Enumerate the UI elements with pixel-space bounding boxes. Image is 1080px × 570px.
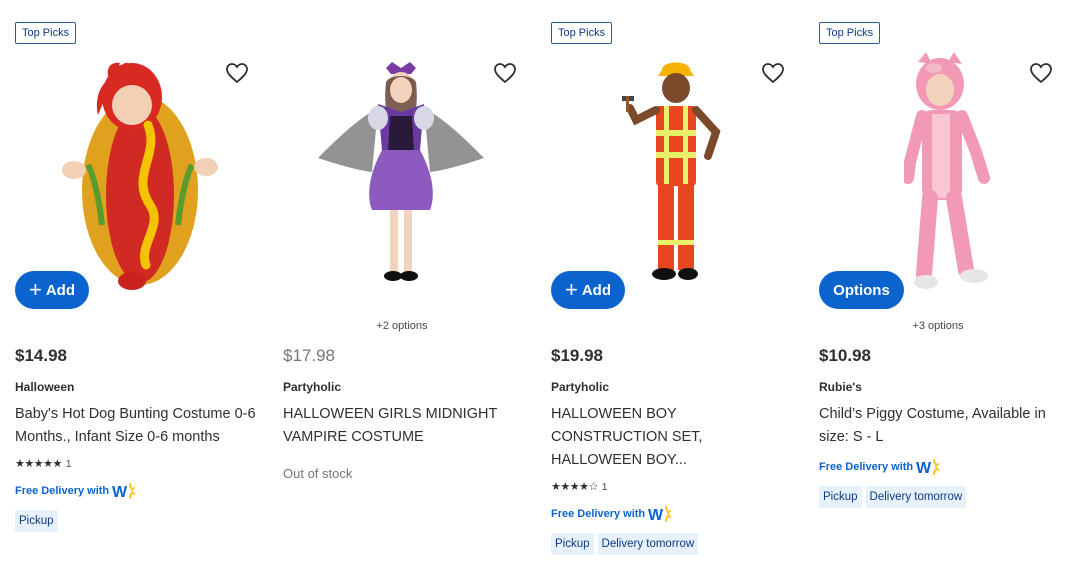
plus-icon: + (564, 277, 578, 302)
product-title[interactable]: HALLOWEEN BOY CONSTRUCTION SET, HALLOWEE… (551, 403, 796, 472)
product-image-construction-costume[interactable] (616, 60, 736, 290)
product-title[interactable]: Child’s Piggy Costume, Available in size… (819, 403, 1064, 449)
delivery-tomorrow-chip: Delivery tomorrow (865, 486, 967, 508)
add-button-label: Add (45, 281, 76, 299)
svg-text:W: W (648, 507, 664, 523)
options-button[interactable]: Options (819, 271, 904, 309)
product-price: $10.98 (819, 346, 871, 365)
add-button-label: Add (581, 281, 612, 299)
pickup-chip: Pickup (819, 486, 862, 508)
rating-stars: ★★★★☆ 1 (551, 480, 607, 493)
heart-icon[interactable] (225, 62, 249, 84)
product-grid: Top Picks + Add $14.98 Halloween Baby's … (0, 0, 1080, 570)
product-card[interactable]: Top Picks + Add $14.98 Halloween Baby's … (0, 0, 268, 570)
review-count: 1 (65, 459, 72, 470)
walmart-plus-icon: W (112, 483, 136, 500)
product-image-hot-dog-costume[interactable] (60, 55, 220, 295)
product-price: $14.98 (15, 346, 67, 365)
options-count: +2 options (376, 320, 428, 332)
heart-icon[interactable] (761, 62, 785, 84)
stock-status: Out of stock (283, 466, 353, 481)
product-card[interactable]: Top Picks + Add $19.98 Partyholic HALLOW… (536, 0, 804, 570)
pickup-chip: Pickup (551, 533, 594, 555)
heart-icon[interactable] (1029, 62, 1053, 84)
top-picks-badge: Top Picks (15, 22, 77, 44)
product-price: $17.98 (283, 346, 335, 365)
product-card[interactable]: +2 options $17.98 Partyholic HALLOWEEN G… (268, 0, 536, 570)
add-button[interactable]: + Add (15, 271, 89, 309)
review-count: 1 (601, 482, 608, 493)
fulfillment-chips: Pickup Delivery tomorrow (551, 533, 699, 555)
options-count: +3 options (912, 320, 964, 332)
product-brand: Partyholic (551, 380, 610, 394)
star-icons: ★★★★★ (15, 458, 62, 470)
product-price: $19.98 (551, 346, 603, 365)
product-title[interactable]: Baby's Hot Dog Bunting Costume 0-6 Month… (15, 403, 260, 449)
walmart-plus-icon: W (916, 459, 940, 476)
fulfillment-chips: Pickup Delivery tomorrow (819, 486, 967, 508)
free-delivery-label: Free Delivery with W (551, 505, 672, 523)
top-picks-badge: Top Picks (819, 22, 881, 44)
plus-icon: + (28, 277, 42, 302)
fulfillment-chips: Pickup (15, 510, 58, 532)
product-title[interactable]: HALLOWEEN GIRLS MIDNIGHT VAMPIRE COSTUME (283, 403, 528, 449)
walmart-plus-icon: W (648, 506, 672, 523)
svg-text:W: W (112, 484, 128, 500)
top-picks-badge: Top Picks (551, 22, 613, 44)
product-brand: Partyholic (283, 380, 342, 394)
heart-icon[interactable] (493, 62, 517, 84)
delivery-tomorrow-chip: Delivery tomorrow (597, 533, 699, 555)
pickup-chip: Pickup (15, 510, 58, 532)
free-delivery-text: Free Delivery with (551, 508, 646, 520)
product-image-piggy-costume[interactable] (904, 52, 1014, 297)
product-brand: Rubie's (819, 380, 862, 394)
product-brand: Halloween (15, 380, 75, 394)
free-delivery-text: Free Delivery with (819, 461, 914, 473)
rating-stars: ★★★★★ 1 (15, 457, 71, 470)
free-delivery-label: Free Delivery with W (15, 482, 136, 500)
product-image-vampire-costume[interactable] (316, 60, 486, 290)
star-icons: ★★★★☆ (551, 481, 598, 493)
free-delivery-text: Free Delivery with (15, 485, 110, 497)
free-delivery-label: Free Delivery with W (819, 458, 940, 476)
svg-text:W: W (916, 460, 932, 476)
add-button[interactable]: + Add (551, 271, 625, 309)
product-card[interactable]: Top Picks Options +3 options $10.98 Rubi… (804, 0, 1072, 570)
